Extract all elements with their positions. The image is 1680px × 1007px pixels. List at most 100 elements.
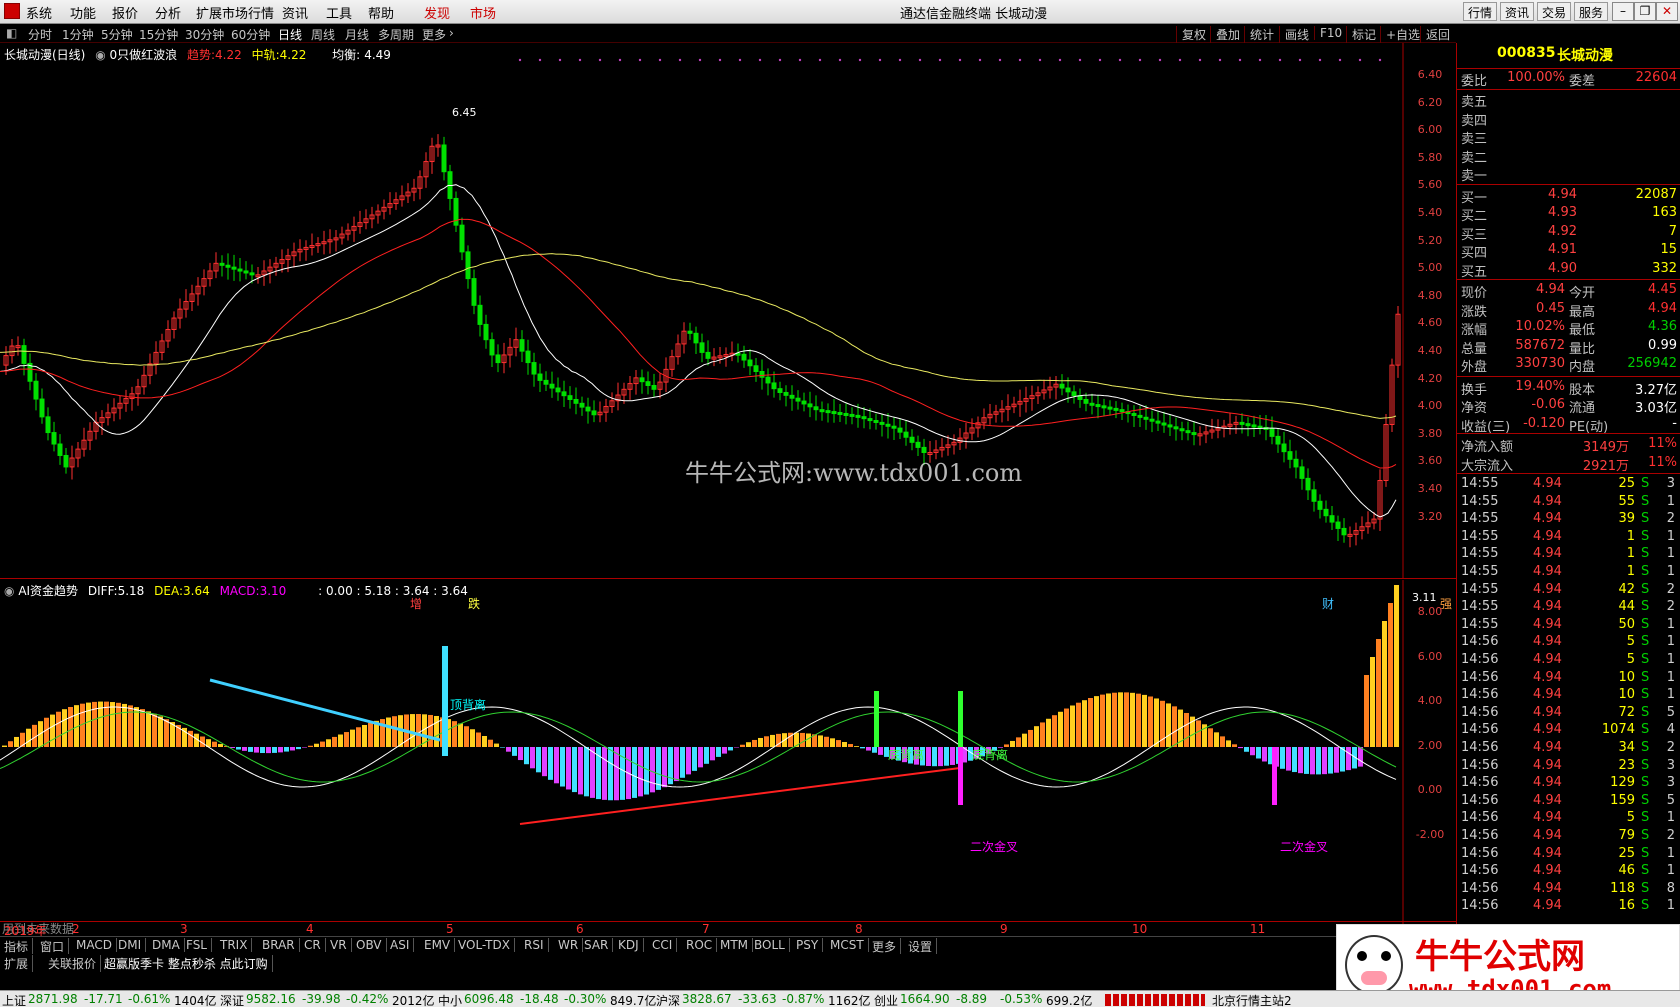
indicator-tab[interactable]: WR (554, 938, 584, 952)
period-15min[interactable]: 15分钟 (139, 26, 178, 43)
indicator-tab[interactable]: RSI (520, 938, 549, 952)
period-5min[interactable]: 5分钟 (101, 26, 133, 43)
indicator-tab[interactable]: FSL (182, 938, 212, 952)
period-1min[interactable]: 1分钟 (62, 26, 94, 43)
indicator-tab[interactable]: BRAR (258, 938, 300, 952)
buy-row[interactable]: 买三 4.92 7 (1457, 224, 1680, 243)
tick-volume: 72 (1618, 704, 1635, 720)
indicator-tab[interactable]: EMV (420, 938, 456, 952)
tick-count: 1 (1666, 528, 1675, 544)
btn-trade[interactable]: 交易 (1537, 2, 1572, 21)
tick-row: 14:56 4.94 159 S 5 (1457, 793, 1680, 811)
sell-row[interactable]: 卖五 (1457, 91, 1680, 110)
stat-label-2: 今开 (1569, 286, 1596, 301)
indicator-tab[interactable]: VOL-TDX (454, 938, 515, 952)
indicator-tab[interactable]: SAR (580, 938, 614, 952)
btn-fuquan[interactable]: 复权 (1176, 26, 1206, 43)
btn-huaxian[interactable]: 画线 (1279, 26, 1309, 43)
indicator-tab[interactable]: DMI (114, 938, 147, 952)
kline-chart[interactable] (0, 43, 1404, 579)
indicator-tab[interactable]: CR (300, 938, 326, 952)
restore-icon[interactable]: ❐ (1634, 2, 1656, 21)
panel-toggle-icon[interactable]: ◧ (6, 26, 17, 40)
indicator-tab[interactable]: 指标 (0, 938, 34, 955)
sell-row[interactable]: 卖二 (1457, 147, 1680, 166)
btn-f10[interactable]: F10 (1314, 26, 1342, 40)
index-name[interactable]: 沪深 (656, 992, 680, 1007)
indicator-tab[interactable]: DMA (148, 938, 185, 952)
indicator-tab[interactable]: MTM (716, 938, 754, 952)
btn-back[interactable]: 返回 (1420, 26, 1450, 43)
period-multi[interactable]: 多周期 (378, 26, 414, 43)
indicator-tab[interactable]: MACD (72, 938, 117, 952)
indicator-tab[interactable]: 更多 (868, 938, 902, 955)
tick-volume: 34 (1618, 740, 1635, 755)
indicator-tab[interactable]: KDJ (614, 938, 644, 952)
period-monthly[interactable]: 月线 (345, 26, 369, 43)
btn-tongji[interactable]: 统计 (1244, 26, 1274, 43)
buy-row[interactable]: 买二 4.93 163 (1457, 205, 1680, 224)
period-weekly[interactable]: 周线 (311, 26, 335, 43)
indicator-tab[interactable]: 窗口 (36, 938, 70, 955)
indicator-tab[interactable]: CCI (648, 938, 678, 952)
tick-row: 14:55 4.94 1 S 1 (1457, 564, 1680, 582)
menu-function[interactable]: 功能 (70, 3, 96, 22)
buy-row[interactable]: 买一 4.94 22087 (1457, 187, 1680, 206)
macd-panel[interactable]: ◉ AI资金趋势 DIFF:5.18 DEA:3.64 MACD:3.10 : … (0, 580, 1456, 936)
period-fenshi[interactable]: 分时 (28, 26, 52, 43)
indicator-tab[interactable]: VR (326, 938, 352, 952)
sell-row[interactable]: 卖四 (1457, 110, 1680, 129)
buy-row[interactable]: 买四 4.91 15 (1457, 242, 1680, 261)
btn-info[interactable]: 资讯 (1500, 2, 1535, 21)
indicator-tab[interactable]: MCST (826, 938, 869, 952)
menu-quote[interactable]: 报价 (112, 3, 138, 22)
tab-related-quote[interactable]: 关联报价 (44, 955, 102, 972)
period-30min[interactable]: 30分钟 (185, 26, 224, 43)
menu-system[interactable]: 系统 (26, 3, 52, 22)
btn-service[interactable]: 服务 (1574, 2, 1609, 21)
period-daily[interactable]: 日线 (278, 26, 302, 43)
tick-side: S (1641, 828, 1650, 843)
tick-side: S (1641, 704, 1650, 720)
stat2-value: -0.120 (1523, 415, 1565, 431)
tick-row: 14:56 4.94 23 S 3 (1457, 758, 1680, 776)
menu-info[interactable]: 资讯 (282, 3, 308, 22)
tab-promo[interactable]: 超赢版季卡 整点秒杀 点此订购 (100, 955, 273, 972)
indicator-tab[interactable]: BOLL (750, 938, 790, 952)
indicator-tab[interactable]: TRIX (216, 938, 253, 952)
macd-chart[interactable] (0, 580, 1404, 936)
indicator-tab[interactable]: PSY (792, 938, 824, 952)
index-name[interactable]: 深证 (220, 992, 244, 1007)
tab-extension[interactable]: 扩展 (0, 955, 34, 972)
indicator-tab[interactable]: ROC (682, 938, 718, 952)
btn-quote[interactable]: 行情 (1463, 2, 1498, 21)
period-more[interactable]: 更多 (422, 26, 446, 43)
tick-side: S (1641, 792, 1650, 808)
index-name[interactable]: 中小 (438, 992, 462, 1007)
indicator-tab[interactable]: 设置 (904, 938, 938, 955)
buy-row[interactable]: 买五 4.90 332 (1457, 261, 1680, 280)
btn-zixuan[interactable]: +自选 (1380, 26, 1420, 43)
btn-biaoji[interactable]: 标记 (1346, 26, 1376, 43)
indicator-tab[interactable]: ASI (386, 938, 415, 952)
close-icon[interactable]: ✕ (1656, 2, 1678, 21)
kline-panel[interactable]: 长城动漫(日线) ◉ 0只做红波浪 趋势:4.22 中轨:4.22 均衡: 4.4… (0, 43, 1456, 611)
label-bottom-divergence-1: 底背离 (888, 748, 925, 762)
tick-count: 8 (1666, 880, 1675, 896)
sell-row[interactable]: 卖三 (1457, 128, 1680, 147)
index-name[interactable]: 上证 (2, 992, 26, 1007)
menu-analysis[interactable]: 分析 (155, 3, 181, 22)
menu-market[interactable]: 市场 (470, 3, 496, 22)
sell-row[interactable]: 卖一 (1457, 165, 1680, 184)
period-60min[interactable]: 60分钟 (231, 26, 270, 43)
menu-help[interactable]: 帮助 (368, 3, 394, 22)
index-name[interactable]: 创业 (874, 992, 898, 1007)
indicator-tab[interactable]: OBV (352, 938, 387, 952)
menu-ext-market[interactable]: 扩展市场行情 (196, 3, 274, 22)
menu-discover[interactable]: 发现 (424, 3, 450, 22)
chevron-right-icon[interactable]: › (449, 26, 454, 40)
btn-diejia[interactable]: 叠加 (1210, 26, 1240, 43)
menu-tools[interactable]: 工具 (326, 3, 352, 22)
tick-count: 4 (1666, 722, 1675, 738)
minimize-icon[interactable]: – (1612, 2, 1634, 21)
